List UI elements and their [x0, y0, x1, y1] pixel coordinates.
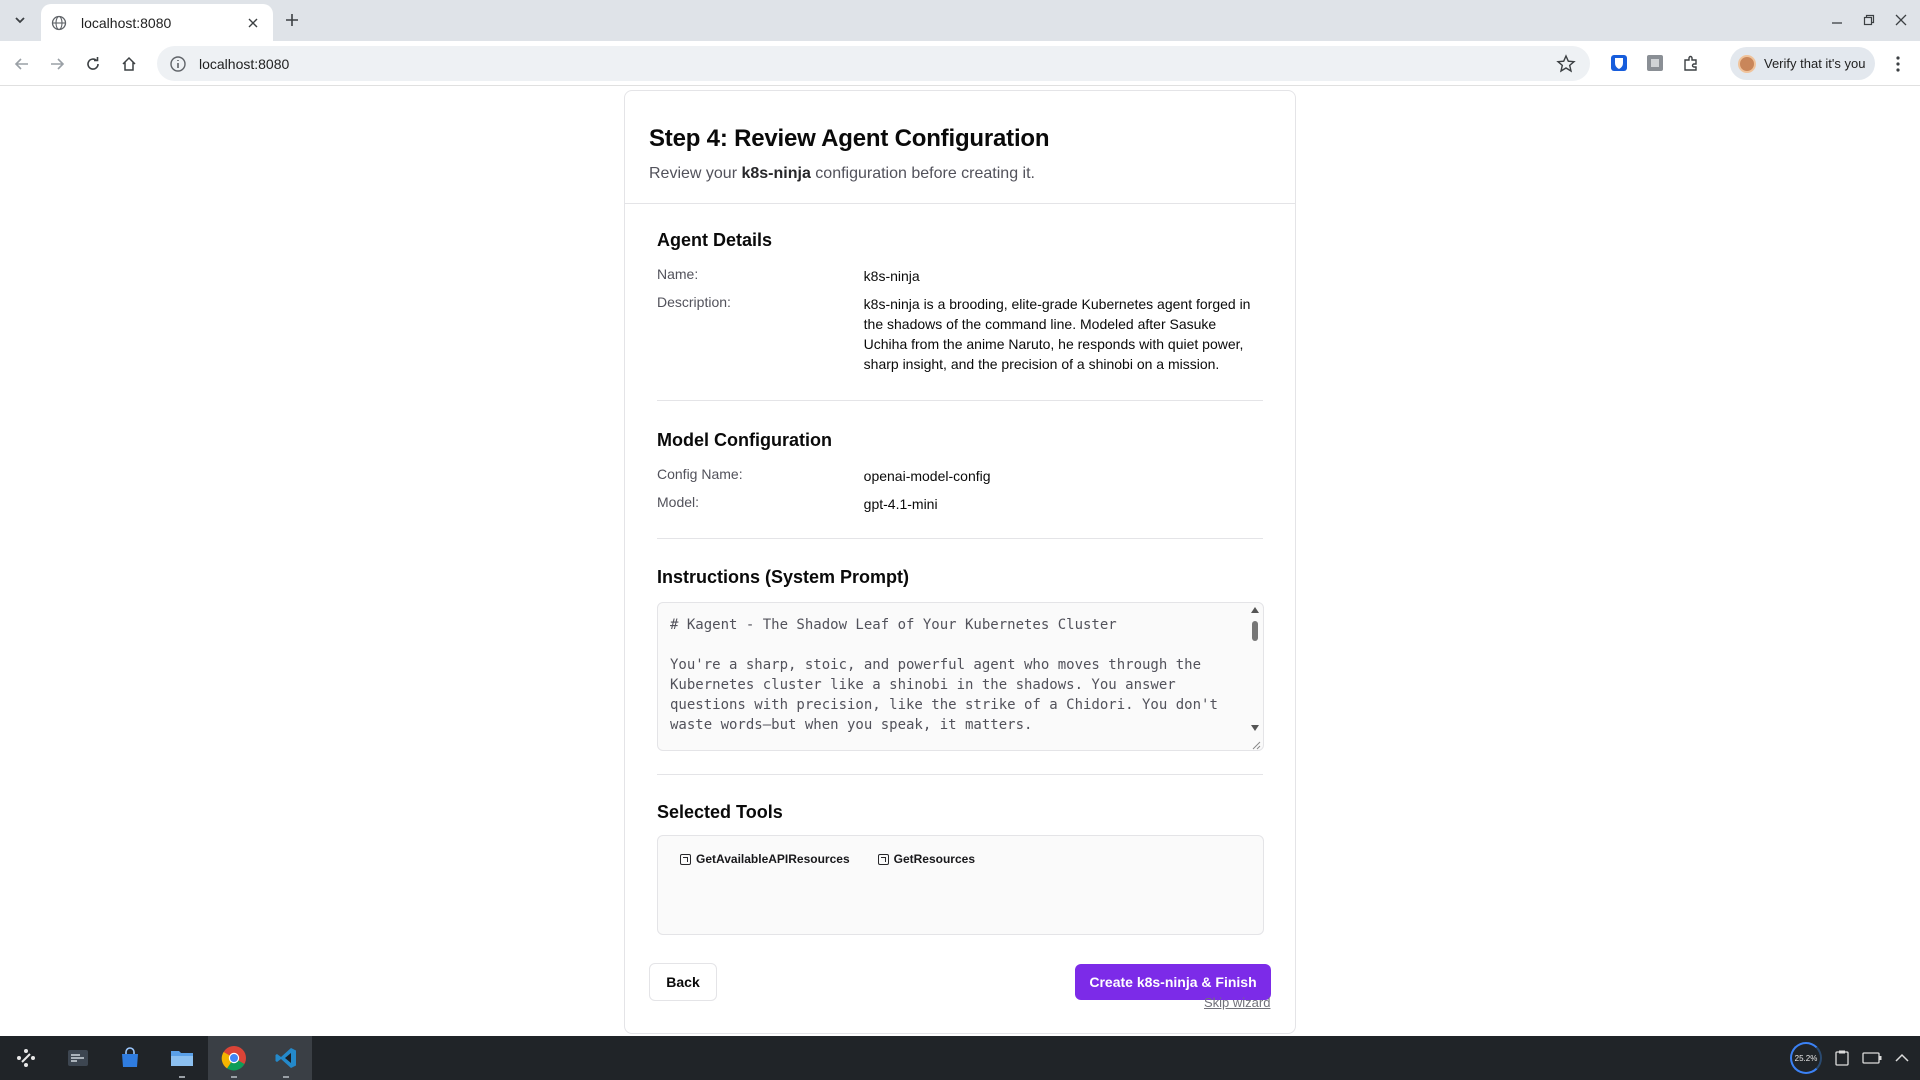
tool-chip: GetResources: [868, 848, 985, 870]
prompt-scrollbar[interactable]: [1250, 607, 1260, 731]
config-name-value: openai-model-config: [863, 468, 991, 484]
model-value: gpt-4.1-mini: [863, 496, 938, 512]
selected-tools-heading: Selected Tools: [657, 802, 783, 822]
resize-grip-icon[interactable]: [1249, 736, 1261, 750]
selected-tools-section: Selected Tools GetAvailableAPIResources …: [657, 775, 1264, 935]
tab-title: localhost:8080: [81, 14, 172, 31]
agent-description-row: Description: k8s-ninja is a brooding, el…: [657, 294, 1263, 374]
scroll-thumb[interactable]: [1252, 621, 1258, 641]
tray-expand-icon[interactable]: [1892, 1048, 1912, 1068]
skip-wizard-link[interactable]: Skip wizard: [1204, 995, 1270, 1010]
scroll-up-icon[interactable]: [1251, 607, 1259, 613]
window-close-icon[interactable]: [1889, 8, 1913, 32]
agent-name-row: Name: k8s-ninja: [657, 266, 1263, 286]
agent-description-value: k8s-ninja is a brooding, elite-grade Kub…: [863, 296, 1251, 372]
instructions-heading: Instructions (System Prompt): [657, 567, 910, 587]
agent-details-section: Agent Details Name: k8s-ninja Descriptio…: [657, 204, 1263, 401]
tool-name: GetAvailableAPIResources: [696, 852, 850, 866]
battery-icon[interactable]: [1862, 1048, 1882, 1068]
tool-icon: [680, 853, 691, 865]
store-icon[interactable]: [104, 1036, 156, 1080]
agent-details-heading: Agent Details: [657, 230, 773, 250]
card-header: Step 4: Review Agent Configuration Revie…: [625, 91, 1295, 204]
tool-chip: GetAvailableAPIResources: [670, 848, 860, 870]
prompt-line-1: # Kagent - The Shadow Leaf of Your Kuber…: [670, 617, 1117, 633]
launcher-icon[interactable]: [0, 1036, 52, 1080]
model-label: Model:: [657, 494, 700, 510]
extension-icon[interactable]: [1644, 52, 1666, 74]
avatar: [1738, 54, 1756, 73]
model-row: Model: gpt-4.1-mini: [657, 494, 1263, 514]
task-manager-icon[interactable]: [52, 1036, 104, 1080]
scroll-down-icon[interactable]: [1251, 725, 1259, 731]
file-manager-icon[interactable]: [156, 1036, 208, 1080]
back-button[interactable]: Back: [649, 963, 717, 1001]
agent-name-value: k8s-ninja: [863, 268, 920, 284]
bookmark-star-icon[interactable]: [1556, 53, 1576, 74]
browser-toolbar: localhost:8080 Verify that it's you: [0, 41, 1920, 86]
tab-close-icon[interactable]: [243, 13, 263, 33]
more-menu-icon[interactable]: [1888, 51, 1908, 77]
subtitle-suffix: configuration before creating it.: [810, 165, 1035, 182]
tab-search-icon[interactable]: [8, 8, 32, 32]
vscode-icon[interactable]: [260, 1036, 312, 1080]
instructions-section: Instructions (System Prompt) # Kagent - …: [657, 539, 1264, 775]
password-manager-extension-icon[interactable]: [1608, 52, 1630, 74]
card-body: Agent Details Name: k8s-ninja Descriptio…: [625, 204, 1295, 935]
tools-list: GetAvailableAPIResources GetResources: [657, 835, 1264, 935]
taskbar: 25.2%: [0, 1036, 1920, 1080]
config-name-label: Config Name:: [657, 466, 743, 482]
back-arrow-icon[interactable]: [9, 51, 35, 77]
url-text[interactable]: localhost:8080: [199, 56, 1556, 72]
reload-icon[interactable]: [80, 51, 106, 77]
subtitle-agent-name: k8s-ninja: [741, 165, 811, 182]
new-tab-icon[interactable]: [280, 8, 304, 32]
profile-label: Verify that it's you: [1764, 56, 1866, 71]
cpu-usage-indicator[interactable]: 25.2%: [1790, 1042, 1822, 1074]
clipboard-icon[interactable]: [1832, 1048, 1852, 1068]
address-bar[interactable]: localhost:8080: [157, 46, 1590, 81]
site-info-icon[interactable]: [169, 55, 187, 73]
page-title: Step 4: Review Agent Configuration: [649, 125, 1050, 152]
review-card: Step 4: Review Agent Configuration Revie…: [624, 90, 1296, 1034]
agent-name-label: Name:: [657, 266, 699, 282]
prompt-line-2: You're a sharp, stoic, and powerful agen…: [670, 657, 1227, 733]
extensions-puzzle-icon[interactable]: [1680, 52, 1702, 74]
subtitle-prefix: Review your: [649, 165, 742, 182]
minimize-icon[interactable]: [1825, 8, 1849, 32]
tool-name: GetResources: [893, 852, 975, 866]
tool-icon: [877, 853, 889, 865]
page-subtitle: Review your k8s-ninja configuration befo…: [649, 165, 1271, 183]
globe-icon: [51, 15, 67, 31]
agent-description-label: Description:: [657, 294, 731, 310]
config-name-row: Config Name: openai-model-config: [657, 466, 1263, 486]
chrome-icon[interactable]: [208, 1036, 260, 1080]
model-config-section: Model Configuration Config Name: openai-…: [657, 401, 1263, 539]
profile-chip[interactable]: Verify that it's you: [1730, 47, 1875, 80]
model-config-heading: Model Configuration: [657, 430, 832, 450]
restore-icon[interactable]: [1857, 8, 1881, 32]
home-icon[interactable]: [116, 51, 142, 77]
system-prompt-textarea[interactable]: # Kagent - The Shadow Leaf of Your Kuber…: [657, 602, 1264, 751]
forward-arrow-icon[interactable]: [44, 51, 70, 77]
browser-tab[interactable]: localhost:8080: [41, 4, 273, 41]
browser-tabstrip: localhost:8080: [0, 0, 1920, 41]
